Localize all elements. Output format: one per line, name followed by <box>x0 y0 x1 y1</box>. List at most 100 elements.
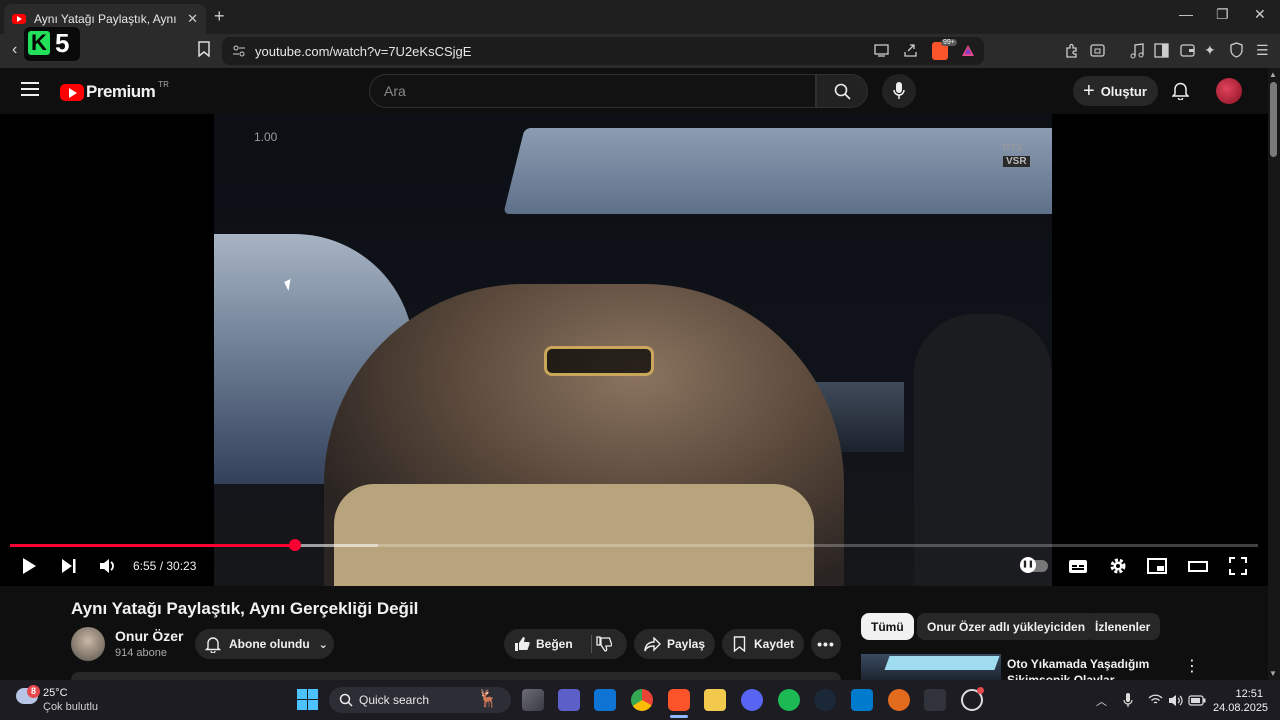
app-grid-icon[interactable] <box>924 689 946 711</box>
more-vertical-icon[interactable]: ⋮ <box>1184 656 1200 676</box>
speaker-icon[interactable] <box>1168 694 1183 707</box>
vpn-icon[interactable] <box>1229 42 1244 58</box>
maximize-icon[interactable]: ❐ <box>1216 6 1229 23</box>
recommended-video-thumbnail[interactable] <box>861 654 1001 680</box>
tray-microphone-icon[interactable] <box>1123 693 1133 708</box>
hamburger-menu-icon[interactable] <box>21 82 39 96</box>
description-box[interactable] <box>71 672 841 680</box>
search-button[interactable] <box>816 74 868 108</box>
volume-button[interactable] <box>98 555 118 577</box>
fullscreen-button[interactable] <box>1228 555 1248 577</box>
cast-icon[interactable] <box>874 44 889 57</box>
search-input[interactable] <box>370 75 815 107</box>
like-dislike-group: Beğen <box>504 629 627 659</box>
youtube-logo[interactable]: Premium TR <box>60 79 169 102</box>
system-clock[interactable]: 12:51 24.08.2025 <box>1213 687 1269 715</box>
clock-date: 24.08.2025 <box>1213 702 1269 714</box>
weather-description: Çok bulutlu <box>43 701 99 713</box>
like-button[interactable]: Beğen <box>514 636 573 652</box>
bookmark-icon[interactable] <box>197 41 211 57</box>
site-info-icon[interactable] <box>232 44 246 58</box>
wifi-icon[interactable] <box>1148 694 1163 706</box>
account-avatar[interactable] <box>1216 78 1242 104</box>
leo-ai-icon[interactable]: ✦ <box>1204 42 1216 59</box>
share-button[interactable]: Paylaş <box>634 629 715 659</box>
subscribe-button[interactable]: Abone olundu ⌄ <box>195 629 334 659</box>
youtube-favicon-icon <box>12 14 26 24</box>
discord-icon[interactable] <box>741 689 763 711</box>
microphone-icon <box>893 82 905 99</box>
chip-all[interactable]: Tümü <box>861 613 914 640</box>
brave-browser-icon[interactable] <box>668 689 690 711</box>
chip-watched[interactable]: İzlenenler <box>1085 613 1161 640</box>
chip-from-uploader[interactable]: Onur Özer adlı yükleyiciden <box>917 613 1096 640</box>
video-title: Aynı Yatağı Paylaştık, Aynı Gerçekliği D… <box>71 599 419 618</box>
more-actions-button[interactable]: ••• <box>811 629 841 659</box>
menu-icon[interactable]: ☰ <box>1256 42 1269 59</box>
screenshot-icon[interactable] <box>1090 43 1105 58</box>
autoplay-toggle[interactable] <box>1020 557 1048 573</box>
create-label: Oluştur <box>1100 83 1147 99</box>
obs-recording-dot <box>977 687 984 694</box>
vscode-icon[interactable] <box>851 689 873 711</box>
sidebar-icon[interactable] <box>1154 43 1169 58</box>
battery-icon[interactable] <box>1188 695 1206 706</box>
deer-search-highlight-icon: 🦌 <box>477 689 499 708</box>
file-explorer-icon[interactable] <box>704 689 726 711</box>
thumbs-up-icon <box>515 637 530 651</box>
dislike-button[interactable] <box>596 636 612 652</box>
teams-icon[interactable] <box>558 689 580 711</box>
settings-button[interactable] <box>1108 555 1128 577</box>
page-scrollbar[interactable] <box>1268 68 1280 680</box>
back-icon[interactable]: ‹ <box>12 41 17 59</box>
task-view-icon[interactable] <box>522 689 544 711</box>
shields-badge: 99+ <box>941 39 957 46</box>
share-label: Paylaş <box>667 637 706 651</box>
theater-mode-button[interactable] <box>1188 555 1208 577</box>
scroll-up-icon[interactable]: ▲ <box>1269 70 1277 79</box>
music-icon[interactable] <box>1130 43 1144 59</box>
windows-start-icon[interactable] <box>297 689 318 710</box>
fl-studio-icon[interactable] <box>888 689 910 711</box>
save-button[interactable]: Kaydet <box>722 629 804 659</box>
wallet-icon[interactable] <box>1180 43 1195 57</box>
recommended-video-title[interactable]: Oto Yıkamada Yaşadığım Sikimsonik Olayla… <box>1007 656 1167 680</box>
taskbar-search-label: Quick search <box>359 693 430 707</box>
scrollbar-thumb[interactable] <box>1270 82 1277 157</box>
progress-scrubber-handle[interactable] <box>288 539 301 551</box>
extensions-icon[interactable] <box>1064 43 1080 59</box>
new-tab-icon[interactable]: + <box>214 6 225 27</box>
create-button[interactable]: + Oluştur <box>1073 76 1158 106</box>
miniplayer-button[interactable] <box>1147 555 1167 577</box>
notifications-bell-icon[interactable] <box>1172 81 1189 100</box>
region-code: TR <box>158 79 169 89</box>
close-window-icon[interactable]: ✕ <box>1254 6 1266 23</box>
browser-tab-strip: Aynı Yatağı Paylaştık, Aynı Gerçekliği D… <box>0 0 1280 34</box>
next-video-button[interactable] <box>60 555 78 577</box>
video-player[interactable]: 1.00 RTX VSR 6:55 / 30:23 <box>0 114 1268 586</box>
channel-avatar[interactable] <box>71 627 105 661</box>
youtube-play-logo-icon <box>60 83 84 101</box>
play-button[interactable] <box>20 555 38 577</box>
url-field[interactable]: youtube.com/watch?v=7U2eKsCSjgE 99+ <box>222 37 984 65</box>
search-box[interactable] <box>369 74 816 108</box>
progress-bar[interactable] <box>10 539 1258 551</box>
microsoft-store-icon[interactable] <box>594 689 616 711</box>
subtitles-button[interactable] <box>1068 555 1088 577</box>
tray-overflow-icon[interactable]: ︿ <box>1096 693 1107 709</box>
steam-icon[interactable] <box>814 689 836 711</box>
scroll-down-icon[interactable]: ▼ <box>1269 669 1277 678</box>
taskbar-search[interactable]: Quick search 🦌 <box>329 687 511 713</box>
voice-search-button[interactable] <box>882 74 916 108</box>
more-horizontal-icon: ••• <box>817 636 835 652</box>
brave-rewards-icon[interactable] <box>961 44 975 57</box>
chrome-icon[interactable] <box>631 689 653 711</box>
channel-name[interactable]: Onur Özer <box>115 628 183 644</box>
taskbar-search-icon <box>339 693 353 707</box>
notification-bell-icon <box>205 636 221 653</box>
share-page-icon[interactable] <box>903 43 918 58</box>
minimize-icon[interactable]: — <box>1179 6 1193 22</box>
close-tab-icon[interactable]: ✕ <box>187 11 198 27</box>
rtx-vsr-overlay: RTX VSR <box>1003 142 1030 168</box>
spotify-icon[interactable] <box>778 689 800 711</box>
